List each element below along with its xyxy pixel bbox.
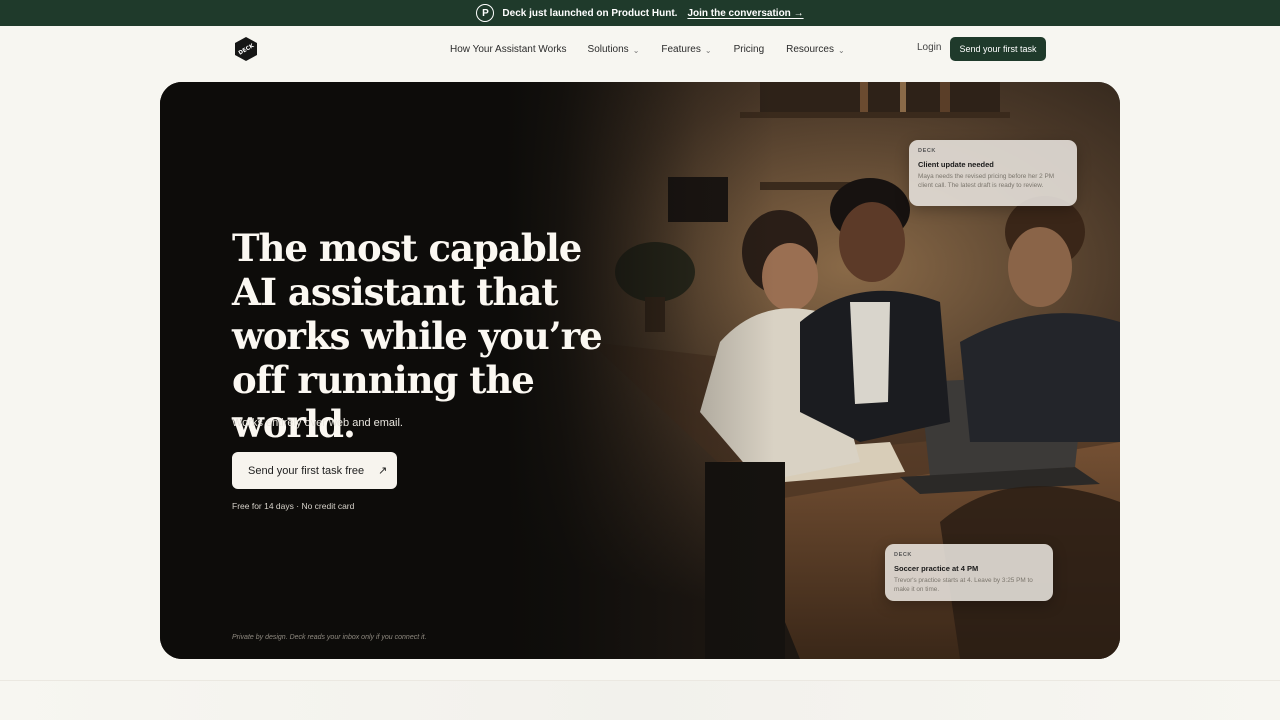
nav-resources[interactable]: Resources ⌄: [786, 44, 845, 55]
nav-links: How Your Assistant Works Solutions ⌄ Fea…: [450, 26, 845, 72]
notification-body: Trevor's practice starts at 4. Leave by …: [894, 577, 1033, 593]
next-section-edge: [0, 680, 1280, 720]
notification-brand: DECK: [894, 552, 912, 558]
login-link[interactable]: Login: [917, 42, 941, 53]
chevron-down-icon: ⌄: [837, 45, 845, 55]
nav-features[interactable]: Features ⌄: [661, 44, 711, 55]
top-nav: DECK How Your Assistant Works Solutions …: [0, 26, 1280, 74]
nav-how-it-works[interactable]: How Your Assistant Works: [450, 44, 567, 55]
privacy-note: Private by design. Deck reads your inbox…: [232, 634, 427, 641]
nav-label: Resources: [786, 43, 834, 55]
arrow-up-right-icon: ↗: [378, 465, 388, 477]
nav-pricing[interactable]: Pricing: [734, 44, 765, 55]
nav-label: Pricing: [733, 43, 765, 55]
notification-card: DECK Client update needed Maya needs the…: [909, 140, 1077, 206]
nav-solutions[interactable]: Solutions ⌄: [588, 44, 640, 55]
product-hunt-icon: P: [476, 4, 495, 22]
hero-subline: Works entirely over web and email.: [232, 417, 403, 429]
notification-brand: DECK: [918, 148, 936, 154]
nav-label: Features: [661, 43, 701, 55]
join-conversation-link[interactable]: Join the conversation →: [687, 8, 803, 19]
notification-card: DECK Soccer practice at 4 PM Trevor's pr…: [885, 544, 1053, 601]
notification-body: Maya needs the revised pricing before he…: [918, 173, 1055, 189]
notification-title: Soccer practice at 4 PM: [894, 564, 979, 573]
hero-headline: The most capable AI assistant that works…: [232, 226, 603, 446]
free-trial-note: Free for 14 days · No credit card: [232, 501, 355, 511]
hero-section: The most capable AI assistant that works…: [160, 82, 1120, 659]
chevron-down-icon: ⌄: [632, 45, 640, 55]
cta-label: Send your first task free: [248, 464, 365, 477]
nav-label: How Your Assistant Works: [450, 43, 567, 55]
nav-label: Solutions: [587, 43, 629, 55]
announcement-text: Deck just launched on Product Hunt.: [502, 7, 678, 19]
send-first-task-button[interactable]: Send your first task: [950, 37, 1046, 61]
announcement-bar: P Deck just launched on Product Hunt. Jo…: [0, 0, 1280, 26]
send-first-task-free-button[interactable]: Send your first task free ↗: [232, 452, 397, 489]
chevron-down-icon: ⌄: [704, 45, 712, 55]
deck-logo[interactable]: DECK: [234, 36, 258, 62]
notification-title: Client update needed: [918, 160, 994, 169]
